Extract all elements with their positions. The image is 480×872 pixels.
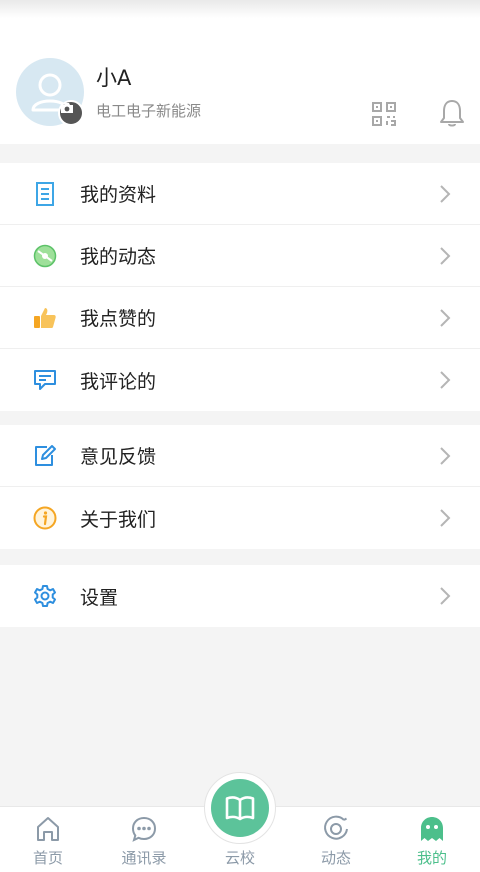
tab-label: 首页 bbox=[32, 849, 63, 867]
chevron-right-icon bbox=[438, 446, 452, 466]
tab-contacts[interactable]: 通讯录 bbox=[96, 807, 192, 872]
user-organization: 电工电子新能源 bbox=[96, 102, 202, 120]
home-icon bbox=[34, 815, 62, 843]
tab-home[interactable]: 首页 bbox=[0, 807, 96, 872]
compass-icon bbox=[32, 243, 58, 269]
comment-icon bbox=[32, 367, 58, 393]
menu-item-label: 我点赞的 bbox=[80, 308, 157, 330]
menu-item-label: 关于我们 bbox=[80, 508, 157, 531]
camera-icon[interactable] bbox=[58, 100, 84, 126]
menu-item-label: 意见反馈 bbox=[80, 446, 157, 468]
menu-group-feedback: 意见反馈 关于我们 bbox=[0, 425, 480, 549]
info-icon bbox=[32, 505, 58, 531]
ghost-icon bbox=[418, 815, 446, 843]
edit-icon bbox=[32, 443, 58, 469]
tab-label: 我的 bbox=[416, 849, 447, 867]
status-bar bbox=[0, 0, 480, 18]
menu-item-label: 我评论的 bbox=[80, 370, 157, 393]
gear-icon bbox=[32, 583, 58, 609]
menu-item-my-moments[interactable]: 我的动态 bbox=[0, 225, 480, 287]
menu-item-about-us[interactable]: 关于我们 bbox=[0, 487, 480, 549]
menu-item-label: 我的动态 bbox=[80, 246, 157, 268]
tab-label: 动态 bbox=[320, 849, 351, 867]
menu-group-profile: 我的资料 我的动态 我点赞的 我评论的 bbox=[0, 163, 480, 411]
qr-code-icon[interactable] bbox=[370, 100, 398, 128]
menu-item-my-likes[interactable]: 我点赞的 bbox=[0, 287, 480, 349]
tab-moments[interactable]: 动态 bbox=[288, 807, 384, 872]
chevron-right-icon bbox=[438, 370, 452, 390]
menu-item-label: 我的资料 bbox=[80, 184, 157, 206]
tab-mine[interactable]: 我的 bbox=[384, 807, 480, 872]
chevron-right-icon bbox=[438, 246, 452, 266]
user-name: 小A bbox=[96, 66, 132, 90]
thumbs-up-icon bbox=[32, 305, 58, 331]
menu-item-settings[interactable]: 设置 bbox=[0, 565, 480, 627]
chevron-right-icon bbox=[438, 184, 452, 204]
document-icon bbox=[32, 181, 58, 207]
tab-label: 云校 bbox=[224, 849, 255, 867]
target-icon bbox=[322, 815, 350, 843]
avatar[interactable] bbox=[16, 58, 84, 126]
profile-header: 小A 电工电子新能源 bbox=[0, 18, 480, 144]
menu-item-my-profile[interactable]: 我的资料 bbox=[0, 163, 480, 225]
bell-icon[interactable] bbox=[438, 98, 466, 128]
menu-item-label: 设置 bbox=[80, 586, 119, 609]
chevron-right-icon bbox=[438, 508, 452, 528]
menu-item-feedback[interactable]: 意见反馈 bbox=[0, 425, 480, 487]
menu-item-my-comments[interactable]: 我评论的 bbox=[0, 349, 480, 411]
chat-bubble-icon bbox=[130, 815, 158, 843]
menu-group-settings: 设置 bbox=[0, 565, 480, 627]
tab-label: 通讯录 bbox=[121, 849, 167, 867]
book-icon bbox=[211, 779, 269, 837]
chevron-right-icon bbox=[438, 586, 452, 606]
cloud-school-button[interactable] bbox=[204, 772, 276, 844]
chevron-right-icon bbox=[438, 308, 452, 328]
